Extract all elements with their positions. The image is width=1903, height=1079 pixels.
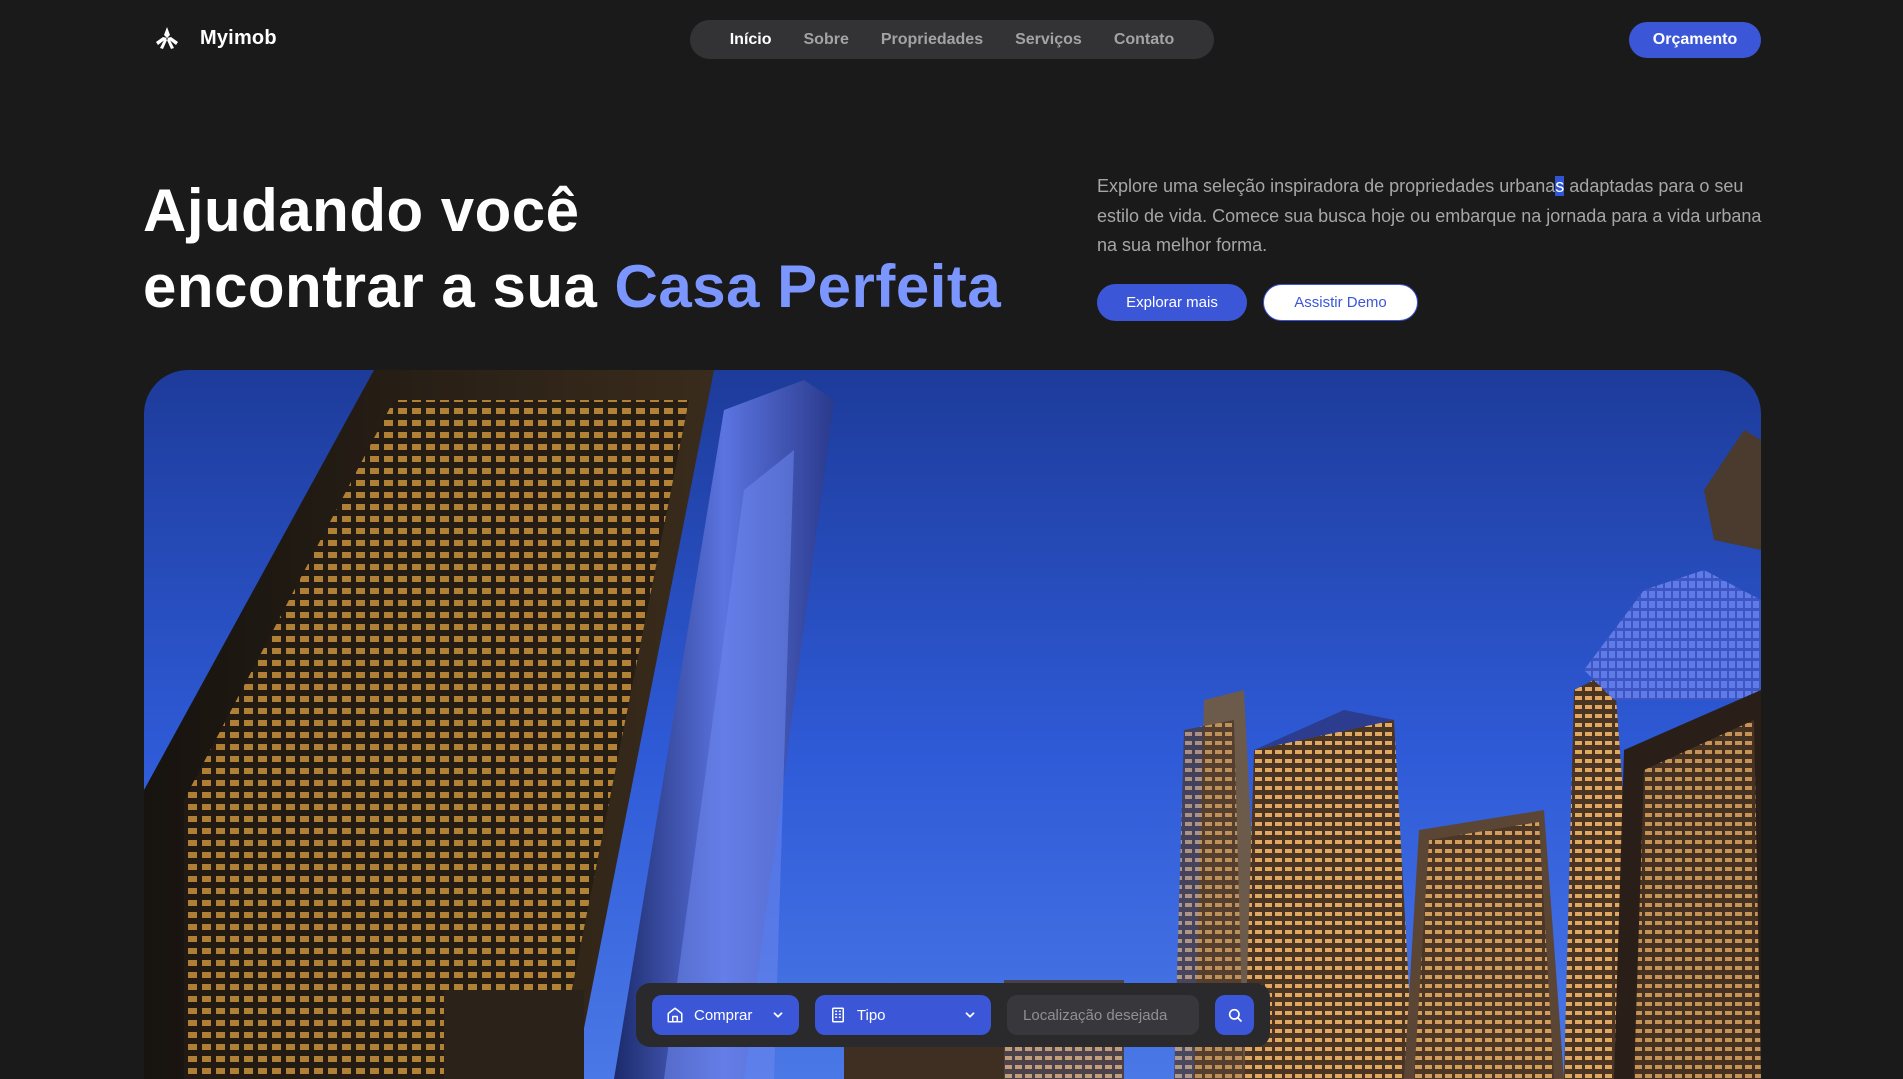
description-part-1: Explore uma seleção inspiradora de propr…: [1097, 176, 1556, 196]
hero-headline: Ajudando você encontrar a sua Casa Perfe…: [143, 173, 1001, 325]
property-type-select[interactable]: Tipo: [814, 995, 992, 1035]
quote-button[interactable]: Orçamento: [1629, 22, 1761, 58]
chevron-down-icon: [773, 1012, 783, 1018]
watch-demo-button[interactable]: Assistir Demo: [1263, 284, 1418, 321]
nav-item-contato[interactable]: Contato: [1114, 31, 1174, 49]
headline-line-1: Ajudando você: [143, 177, 580, 244]
building-icon: [831, 1007, 844, 1023]
nav-item-propriedades[interactable]: Propriedades: [881, 31, 983, 49]
nav-item-inicio[interactable]: Início: [730, 31, 772, 49]
nav-item-sobre[interactable]: Sobre: [804, 31, 849, 49]
main-nav: Início Sobre Propriedades Serviços Conta…: [690, 20, 1214, 59]
hero-image: [144, 370, 1761, 1079]
city-skyline-illustration: [144, 370, 1761, 1079]
search-icon: [1228, 1008, 1242, 1022]
landing-page: Myimob Início Sobre Propriedades Serviço…: [0, 0, 1903, 1079]
property-search-bar: Comprar Tipo: [636, 983, 1270, 1047]
headline-line-2: encontrar a sua: [143, 253, 615, 320]
brand-logo[interactable]: Myimob: [154, 25, 277, 51]
explore-more-button[interactable]: Explorar mais: [1097, 284, 1247, 321]
property-type-select-value: Tipo: [856, 1006, 886, 1024]
location-input[interactable]: [1007, 995, 1200, 1035]
headline-accent: Casa Perfeita: [614, 253, 1002, 320]
text-selection: s: [1555, 176, 1565, 196]
brand-name: Myimob: [200, 26, 277, 49]
search-button[interactable]: [1215, 995, 1254, 1035]
nav-item-servicos[interactable]: Serviços: [1015, 31, 1082, 49]
home-icon: [667, 1007, 683, 1023]
hero-description: Explore uma seleção inspiradora de propr…: [1097, 172, 1765, 261]
transaction-select-value: Comprar: [694, 1006, 753, 1024]
chevron-down-icon: [965, 1012, 975, 1018]
transaction-select[interactable]: Comprar: [652, 995, 799, 1035]
tri-blade-logo-icon: [156, 27, 178, 49]
